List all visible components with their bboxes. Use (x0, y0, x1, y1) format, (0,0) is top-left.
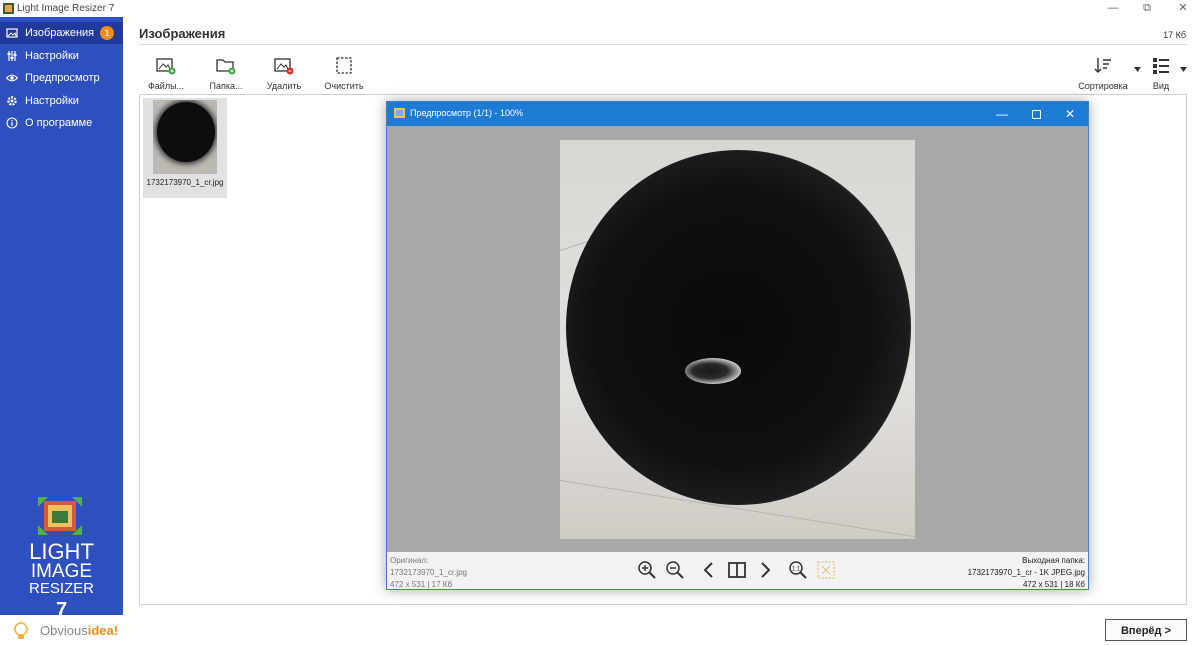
previous-image-icon[interactable] (699, 560, 719, 580)
preview-footer: Оригинал: 1732173970_1_cr.jpg 472 x 531 … (387, 552, 1088, 589)
toolbar-label: Папка... (209, 81, 243, 91)
app-title: Light Image Resizer 7 (17, 3, 115, 14)
pet-eye (685, 358, 741, 384)
delete-image-icon (274, 58, 294, 75)
delete-button[interactable]: Удалить (254, 56, 314, 91)
logo-text-image: IMAGE (30, 561, 93, 582)
clear-selection-icon (336, 57, 352, 74)
add-image-icon (156, 58, 176, 75)
list-view-icon (1153, 58, 1169, 74)
total-size: 17 Кб (1163, 30, 1186, 40)
preview-window: Предпросмотр (1/1) - 100% — ✕ Оригинал: … (386, 101, 1089, 590)
view-button[interactable]: Вид (1131, 56, 1191, 91)
thumbnail-filename: 1732173970_1_cr.jpg (146, 178, 224, 187)
sort-icon (1094, 58, 1111, 73)
add-files-button[interactable]: Файлы... (136, 56, 196, 91)
preview-titlebar[interactable]: Предпросмотр (1/1) - 100% — ✕ (387, 102, 1088, 126)
add-folder-button[interactable]: Папка... (196, 56, 256, 91)
brand-text: Obvious (40, 623, 88, 638)
next-image-icon[interactable] (755, 560, 775, 580)
page-title: Изображения (139, 26, 226, 41)
preview-maximize-button[interactable] (1019, 102, 1053, 126)
restore-button[interactable]: ⧉ (1130, 0, 1164, 17)
zoom-in-icon[interactable] (637, 560, 657, 580)
toolbar-label: Сортировка (1078, 81, 1128, 91)
pet-fur-ball (566, 150, 911, 505)
minimize-button[interactable]: — (1096, 0, 1130, 17)
svg-text:1:1: 1:1 (792, 567, 801, 573)
toolbar-label: Файлы... (147, 81, 185, 91)
add-folder-icon (216, 59, 236, 75)
view-dropdown-chevron-icon[interactable] (1180, 67, 1187, 72)
app-titlebar: Light Image Resizer 7 — ⧉ ✕ (0, 0, 1200, 17)
sidebar-item-about[interactable]: О программе (0, 112, 123, 134)
sidebar-item-label: Настройки (25, 50, 79, 62)
next-button[interactable]: Вперёд > (1105, 619, 1187, 641)
preview-minimize-button[interactable]: — (985, 102, 1019, 126)
original-info: 472 x 531 | 17 Кб (390, 580, 453, 589)
sidebar-item-preview[interactable]: Предпросмотр (0, 67, 123, 89)
output-info: 472 x 531 | 18 Кб (1022, 580, 1085, 589)
sidebar-item-label: О программе (25, 117, 93, 129)
sidebar-item-label: Изображения (25, 27, 95, 39)
preview-image (560, 140, 915, 539)
toolbar-label: Удалить (266, 81, 302, 91)
sidebar-item-resize-settings[interactable]: Настройки (0, 45, 123, 67)
info-icon (6, 117, 18, 129)
preview-canvas[interactable] (387, 126, 1088, 552)
preview-close-button[interactable]: ✕ (1053, 102, 1087, 126)
sidebar-item-settings[interactable]: Настройки (0, 90, 123, 112)
output-folder-label: Выходная папка: (1022, 556, 1085, 565)
brand-accent-text: idea! (87, 623, 119, 638)
toolbar-label: Очистить (324, 81, 364, 91)
gear-icon (7, 96, 17, 106)
maximize-icon (1031, 110, 1041, 120)
toolbar-label: Вид (1152, 81, 1170, 91)
sort-button[interactable]: Сортировка (1073, 56, 1133, 91)
sidebar: Изображения 1 Настройки Предпросмотр Нас… (0, 17, 123, 621)
eye-icon (6, 74, 18, 82)
sliders-icon (7, 51, 17, 61)
fit-to-window-icon[interactable] (816, 560, 836, 580)
title-divider (139, 44, 1187, 45)
clear-button[interactable]: Очистить (314, 56, 374, 91)
output-filename: 1732173970_1_cr - 1K JPEG.jpg (967, 568, 1085, 577)
zoom-actual-size-icon[interactable]: 1:1 (788, 560, 808, 580)
close-button[interactable]: ✕ (1166, 0, 1200, 17)
split-view-icon[interactable] (727, 560, 747, 580)
original-filename: 1732173970_1_cr.jpg (390, 568, 467, 577)
image-thumbnail-item[interactable]: 1732173970_1_cr.jpg (143, 98, 227, 198)
logo-text-light: LIGHT (29, 539, 94, 564)
light-image-resizer-logo-icon (38, 497, 82, 535)
images-icon (6, 28, 18, 38)
preview-window-icon (394, 108, 405, 118)
original-label: Оригинал: (390, 556, 429, 565)
lightbulb-icon (13, 621, 29, 639)
preview-title: Предпросмотр (1/1) - 100% (410, 108, 524, 118)
sidebar-item-label: Предпросмотр (25, 72, 100, 84)
images-count-badge: 1 (100, 26, 114, 40)
zoom-out-icon[interactable] (665, 560, 685, 580)
app-logo-icon (3, 3, 14, 14)
logo-text-resizer: RESIZER (28, 580, 94, 597)
sidebar-item-label: Настройки (25, 95, 79, 107)
obviousidea-brand[interactable]: Obviousidea! (40, 623, 118, 638)
sidebar-item-images[interactable]: Изображения 1 (0, 22, 123, 44)
bottom-bar: Obviousidea! Вперёд > (0, 615, 1200, 645)
thumbnail-image (153, 100, 217, 174)
